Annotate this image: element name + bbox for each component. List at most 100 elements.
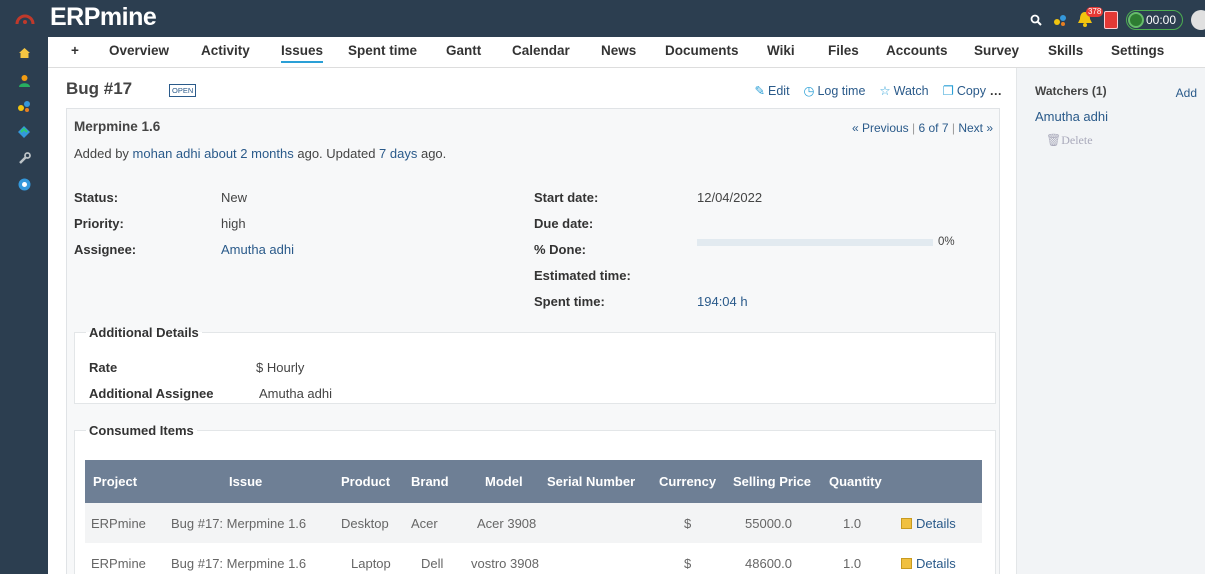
projects-nav-icon[interactable] <box>17 99 31 113</box>
cell-issue: Bug #17: Merpmine 1.6 <box>165 503 335 543</box>
user-icon[interactable] <box>17 73 31 87</box>
tab-new[interactable]: + <box>71 43 79 58</box>
cell-price: 48600.0 <box>727 543 823 574</box>
spent-time-link[interactable]: 194:04 h <box>697 294 748 309</box>
tab-news[interactable]: News <box>601 43 636 58</box>
priority-label: Priority: <box>74 216 124 231</box>
copy-button[interactable]: ❐ Copy … <box>943 83 1002 98</box>
tab-overview[interactable]: Overview <box>109 43 169 58</box>
cell-quantity: 1.0 <box>823 543 895 574</box>
user-avatar[interactable] <box>1191 10 1205 30</box>
app-title[interactable]: ERPmine <box>50 3 157 32</box>
tab-spent-time[interactable]: Spent time <box>348 43 417 58</box>
column-header-actions <box>895 460 982 503</box>
cell-currency: $ <box>653 503 727 543</box>
wrench-icon[interactable] <box>17 151 31 165</box>
notification-count-badge: 378 <box>1085 7 1104 17</box>
details-link[interactable]: Details <box>895 503 982 543</box>
help-icon[interactable] <box>17 177 31 191</box>
clock-icon: ◷ <box>803 84 815 98</box>
column-header: Model <box>467 460 541 503</box>
previous-link[interactable]: « Previous <box>852 121 909 135</box>
watch-button[interactable]: ☆ Watch <box>879 83 928 98</box>
edit-button[interactable]: ✎ Edit <box>755 83 790 98</box>
issue-pager: « Previous | 6 of 7 | Next » <box>851 121 993 135</box>
cell-serial <box>541 503 653 543</box>
book-icon[interactable] <box>1103 11 1118 29</box>
search-icon[interactable] <box>1028 12 1044 28</box>
spent-time-label: Spent time: <box>534 294 605 309</box>
issue-author-line: Added by mohan adhi about 2 months ago. … <box>74 146 447 161</box>
column-header: Product <box>335 460 405 503</box>
add-watcher-link[interactable]: Add <box>1176 86 1197 100</box>
home-icon[interactable] <box>17 46 31 60</box>
issue-title: Bug #17 <box>66 79 133 98</box>
cell-price: 55000.0 <box>727 503 823 543</box>
assignee-link[interactable]: Amutha adhi <box>221 242 294 257</box>
tab-accounts[interactable]: Accounts <box>886 43 948 58</box>
cell-model: Acer 3908 <box>467 503 541 543</box>
table-header-row: Project Issue Product Brand Model Serial… <box>85 460 982 503</box>
trash-icon: 🗑 <box>1046 133 1062 147</box>
cell-project: ERPmine <box>85 543 165 574</box>
cell-project: ERPmine <box>85 503 165 543</box>
author-link[interactable]: mohan adhi <box>133 146 201 161</box>
consumed-items-table: Project Issue Product Brand Model Serial… <box>85 460 982 574</box>
rate-value: $ Hourly <box>256 360 305 375</box>
cell-model: vostro 3908 <box>467 543 541 574</box>
status-value: New <box>221 190 248 205</box>
status-badge: OPEN <box>169 84 197 97</box>
start-date-label: Start date: <box>534 190 599 205</box>
cell-quantity: 1.0 <box>823 503 895 543</box>
log-time-button[interactable]: ◷ Log time <box>804 83 866 98</box>
delete-watcher-button[interactable]: 🗑Delete <box>1046 133 1093 148</box>
issue-subject: Merpmine 1.6 <box>74 119 161 134</box>
left-navigation <box>0 37 48 574</box>
notifications-bell-icon[interactable]: 378 <box>1076 7 1104 30</box>
status-label: Status: <box>74 190 119 205</box>
header-tools: 378 00:00 <box>1028 7 1205 32</box>
additional-details-legend: Additional Details <box>89 325 199 340</box>
column-header: Serial Number <box>541 460 653 503</box>
priority-value: high <box>221 216 246 231</box>
tab-gantt[interactable]: Gantt <box>446 43 481 58</box>
done-progress-bar <box>697 239 933 246</box>
top-header: ERPmine 378 00:00 <box>0 0 1205 37</box>
tab-calendar[interactable]: Calendar <box>512 43 570 58</box>
details-icon <box>901 517 912 529</box>
project-menu: + Overview Activity Issues Spent time Ga… <box>48 37 1205 68</box>
watchers-sidebar: Watchers (1) Add Amutha adhi 🗑Delete <box>1016 68 1205 574</box>
done-label: % Done: <box>534 242 586 257</box>
cell-product: Laptop <box>335 543 405 574</box>
cell-currency: $ <box>653 543 727 574</box>
details-icon <box>901 557 912 569</box>
diamond-icon[interactable] <box>17 125 31 139</box>
details-link[interactable]: Details <box>895 543 982 574</box>
watcher-link[interactable]: Amutha adhi <box>1035 109 1108 124</box>
pager-position: 6 of 7 <box>918 121 949 135</box>
tab-wiki[interactable]: Wiki <box>767 43 795 58</box>
consumed-items-legend: Consumed Items <box>89 423 194 438</box>
more-button[interactable]: … <box>990 84 1003 98</box>
projects-icon[interactable] <box>1052 12 1068 28</box>
tab-skills[interactable]: Skills <box>1048 43 1083 58</box>
consumed-items-section: Consumed Items Project Issue Product Bra… <box>74 423 996 574</box>
added-ago-link[interactable]: about 2 months <box>204 146 294 161</box>
next-link[interactable]: Next » <box>958 121 993 135</box>
tab-issues[interactable]: Issues <box>281 43 324 63</box>
column-header: Issue <box>165 460 335 503</box>
tab-files[interactable]: Files <box>828 43 859 58</box>
tab-activity[interactable]: Activity <box>201 43 250 58</box>
column-header: Currency <box>653 460 727 503</box>
tab-documents[interactable]: Documents <box>665 43 739 58</box>
table-row: ERPmine Bug #17: Merpmine 1.6 Desktop Ac… <box>85 503 982 543</box>
copy-icon: ❐ <box>942 84 954 98</box>
tab-settings[interactable]: Settings <box>1111 43 1164 58</box>
estimated-time-label: Estimated time: <box>534 268 631 283</box>
tab-survey[interactable]: Survey <box>974 43 1019 58</box>
timer-button[interactable]: 00:00 <box>1125 10 1183 30</box>
cell-issue: Bug #17: Merpmine 1.6 <box>165 543 335 574</box>
star-icon: ☆ <box>879 84 891 98</box>
column-header: Brand <box>405 460 467 503</box>
updated-ago-link[interactable]: 7 days <box>379 146 417 161</box>
